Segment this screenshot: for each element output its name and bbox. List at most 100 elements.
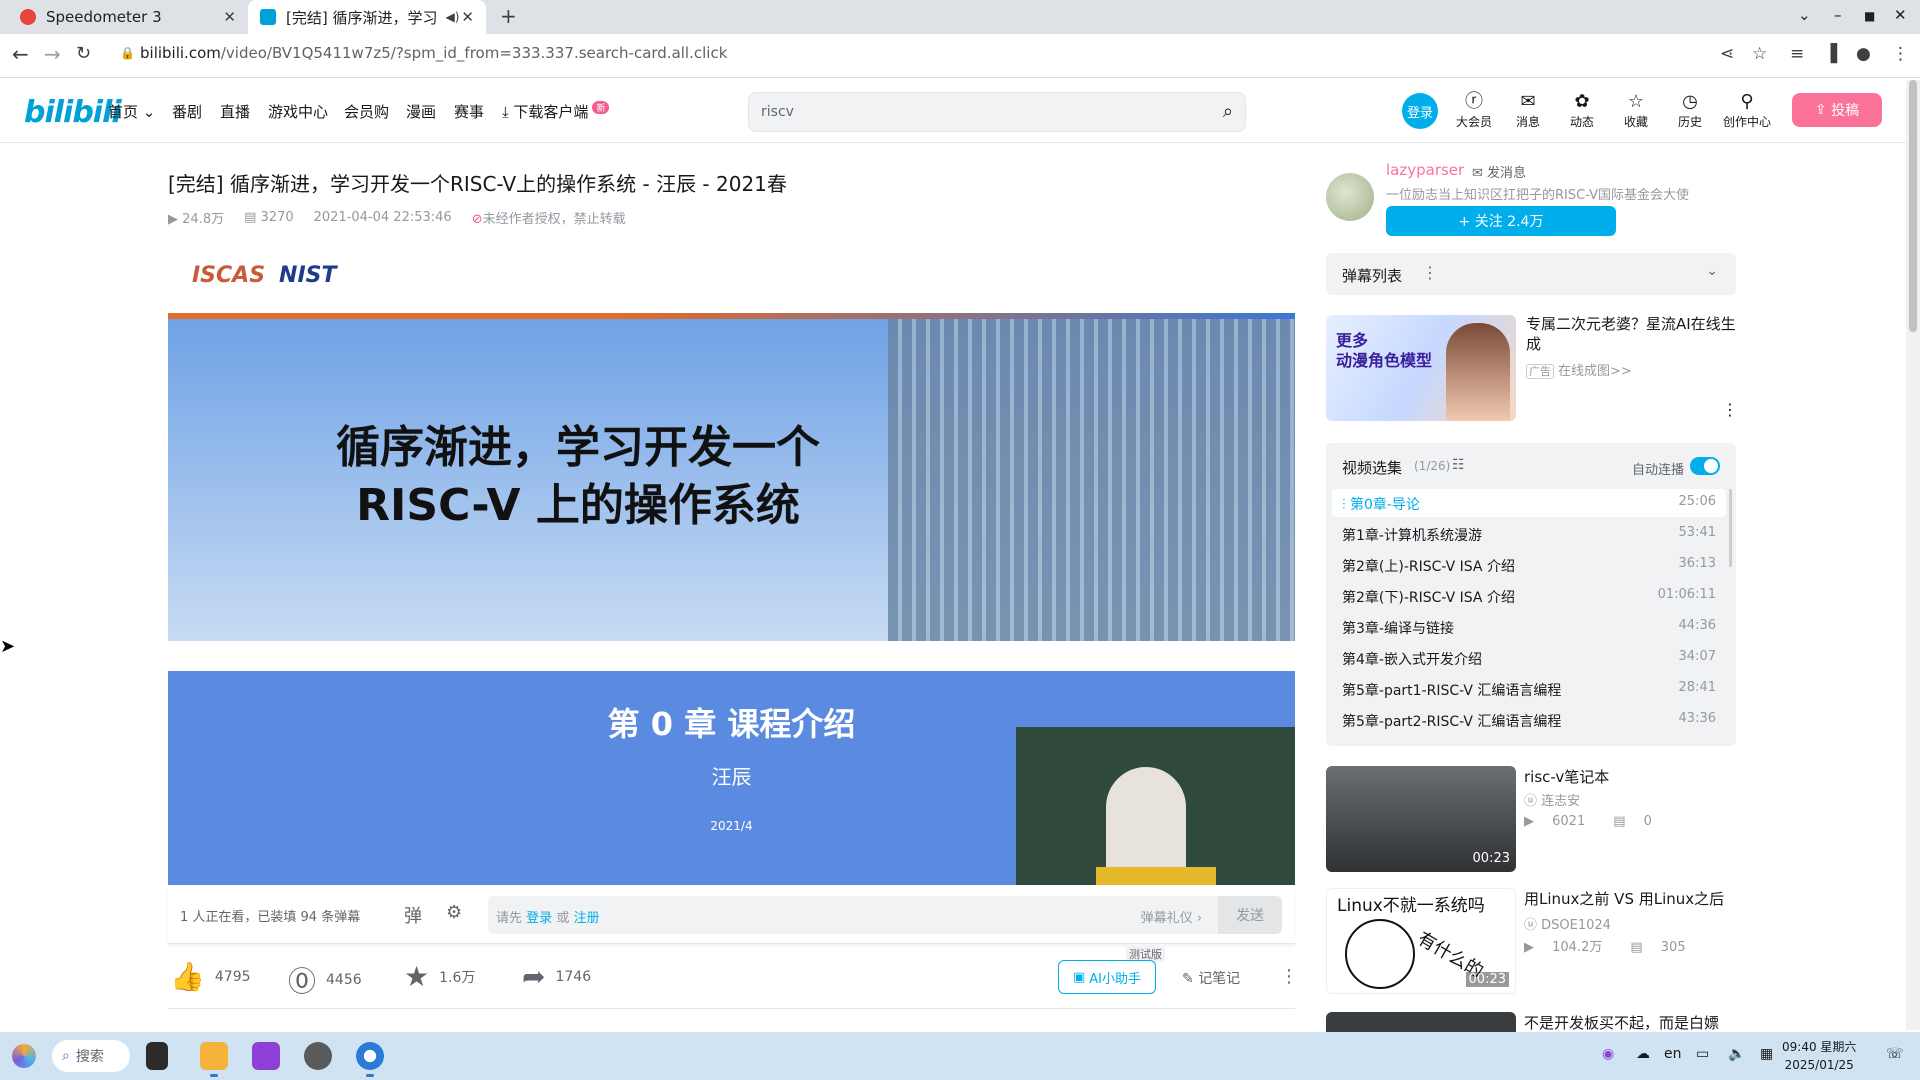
screen-recorder-tray-icon[interactable]: ◉ — [1602, 1046, 1614, 1062]
follow-button[interactable]: + 关注 2.4万 — [1386, 206, 1616, 236]
screenshot-app-icon[interactable] — [252, 1042, 280, 1070]
close-icon[interactable]: ✕ — [223, 8, 236, 26]
reload-icon[interactable]: ↻ — [76, 43, 91, 64]
danmaku-etiquette-link[interactable]: 弹幕礼仪 › — [1141, 907, 1202, 926]
rec-title[interactable]: risc-v笔记本 — [1524, 766, 1609, 787]
list-view-icon[interactable]: ☷ — [1452, 457, 1465, 473]
nav-live[interactable]: 直播 — [220, 101, 250, 122]
ad-title[interactable]: 专属二次元老婆？星流AI在线生成 — [1526, 314, 1736, 354]
danmaku-send-button[interactable]: 发送 — [1218, 896, 1282, 934]
nav-esports[interactable]: 赛事 — [454, 101, 484, 122]
bookmark-star-icon[interactable]: ☆ — [1752, 44, 1767, 64]
rec-thumbnail[interactable]: 00:23 — [1326, 766, 1516, 872]
danmaku-list-header[interactable]: 弹幕列表 ⋮ ⌄ — [1326, 253, 1736, 295]
nav-download-client[interactable]: ⤓ 下载客户端新 — [502, 101, 610, 122]
login-button[interactable]: 登录 — [1402, 93, 1438, 129]
rec-title[interactable]: 不是开发板买不起，而是白嫖 — [1524, 1012, 1719, 1033]
page-scrollbar[interactable] — [1906, 80, 1920, 1030]
start-menu-icon[interactable] — [12, 1044, 36, 1068]
episode-item[interactable]: 第2章(上)-RISC-V ISA 介绍 36:13 — [1332, 551, 1726, 579]
volume-icon[interactable]: 🔈 — [1728, 1046, 1745, 1062]
collection-scrollbar[interactable] — [1729, 489, 1732, 567]
browser-app-icon[interactable] — [356, 1042, 384, 1070]
upload-button[interactable]: ⇪ 投稿 — [1792, 93, 1882, 127]
new-tab-icon[interactable]: + — [500, 4, 517, 28]
menu-kebab-icon[interactable]: ⋮ — [1892, 44, 1909, 64]
url-field[interactable]: bilibili.com/video/BV1Q5411w7z5/?spm_id_… — [140, 44, 727, 62]
episode-item[interactable]: 第5章-part2-RISC-V 汇编语言编程 43:36 — [1332, 706, 1726, 734]
maximize-icon[interactable]: ■ — [1864, 9, 1875, 23]
uploader-avatar[interactable] — [1326, 173, 1374, 221]
audio-playing-icon[interactable]: ◀) — [445, 10, 459, 24]
header-creator-center[interactable]: ⚲ 创作中心 — [1719, 91, 1775, 130]
header-history[interactable]: ◷ 历史 — [1665, 91, 1715, 130]
kebab-icon[interactable]: ⋮ — [1422, 263, 1438, 282]
danmaku-toggle-icon[interactable]: 弹 — [404, 902, 422, 928]
header-favorites[interactable]: ☆ 收藏 — [1611, 91, 1661, 130]
ai-assistant-button[interactable]: ▣ AI小助手 — [1058, 960, 1156, 994]
forward-icon[interactable]: → — [44, 42, 61, 66]
side-panel-icon[interactable]: ▐ — [1824, 44, 1837, 64]
send-message-link[interactable]: ✉ 发消息 — [1472, 162, 1526, 181]
nav-home[interactable]: 首页 ⌄ — [108, 101, 155, 122]
episode-item[interactable]: 第1章-计算机系统漫游 53:41 — [1332, 520, 1726, 548]
uploader-name[interactable]: lazyparser — [1386, 161, 1464, 179]
chevron-down-icon[interactable]: ⌄ — [1706, 263, 1718, 279]
rec-thumbnail[interactable]: Linux不就一系统吗 有什么的 00:23 — [1326, 888, 1516, 994]
notification-icon[interactable]: ☏ — [1886, 1046, 1904, 1062]
nav-mall[interactable]: 会员购 — [344, 101, 389, 122]
danmaku-input[interactable]: 请先 登录 或 注册 弹幕礼仪 › 发送 — [488, 896, 1282, 934]
video-player[interactable]: ISCAS NIST 循序渐进，学习开发一个 RISC-V 上的操作系统 第 0 … — [168, 251, 1295, 885]
tab-speedometer[interactable]: Speedometer 3 ✕ — [8, 0, 248, 34]
search-icon[interactable]: ⌕ — [1223, 101, 1233, 122]
scrollbar-thumb[interactable] — [1909, 80, 1917, 332]
rec-title[interactable]: 用Linux之前 VS 用Linux之后 — [1524, 888, 1724, 909]
nav-game-center[interactable]: 游戏中心 — [268, 101, 328, 122]
ad-sub[interactable]: 在线成图>> — [1558, 364, 1632, 379]
app-launcher-icon[interactable] — [200, 1042, 228, 1070]
episode-item[interactable]: ⫶ 第0章-导论 25:06 — [1332, 489, 1726, 517]
back-icon[interactable]: ← — [12, 42, 29, 66]
notes-button[interactable]: ✎ 记笔记 — [1182, 968, 1240, 988]
rec-uploader[interactable]: ⓤ 连志安 — [1524, 790, 1580, 809]
rec-uploader[interactable]: ⓤ DSOE1024 — [1524, 914, 1611, 933]
cloud-tray-icon[interactable]: ☁ — [1636, 1046, 1650, 1062]
close-icon[interactable]: ✕ — [461, 8, 474, 26]
more-icon[interactable]: ⋮ — [1280, 966, 1298, 987]
search-input[interactable] — [761, 101, 1181, 123]
autoplay-toggle[interactable] — [1690, 457, 1720, 475]
window-close-icon[interactable]: ✕ — [1894, 6, 1907, 24]
taskbar-search[interactable]: ⌕ 搜索 — [52, 1040, 130, 1072]
share-button[interactable]: ➦ 1746 — [522, 960, 591, 993]
episode-item[interactable]: 第5章-part1-RISC-V 汇编语言编程 28:41 — [1332, 675, 1726, 703]
rec-thumbnail[interactable] — [1326, 1012, 1516, 1032]
tab-search-icon[interactable]: ⌄ — [1798, 6, 1811, 24]
system-clock[interactable]: 09:40 星期六 2025/01/25 — [1782, 1038, 1856, 1074]
keyboard-tray-icon[interactable]: ▦ — [1760, 1046, 1773, 1062]
episode-item[interactable]: 第4章-嵌入式开发介绍 34:07 — [1332, 644, 1726, 672]
ad-image[interactable]: 更多 动漫角色模型 — [1326, 315, 1516, 421]
bilibili-logo[interactable]: bilibili — [24, 95, 122, 130]
header-dynamic[interactable]: ✿ 动态 — [1557, 91, 1607, 130]
nav-manga[interactable]: 漫画 — [406, 101, 436, 122]
episode-item[interactable]: 第2章(下)-RISC-V ISA 介绍 01:06:11 — [1332, 582, 1726, 610]
input-language[interactable]: en — [1664, 1046, 1682, 1062]
coin-button[interactable]: ⓪ 4456 — [288, 960, 362, 1000]
nav-anime[interactable]: 番剧 — [172, 101, 202, 122]
lock-icon[interactable]: 🔒 — [120, 46, 135, 60]
share-icon[interactable]: ⋖ — [1720, 44, 1734, 64]
tab-bilibili-video[interactable]: [完结] 循序渐进，学习 ◀) ✕ — [248, 0, 486, 34]
settings-app-icon[interactable] — [304, 1042, 332, 1070]
header-messages[interactable]: ✉ 消息 — [1503, 91, 1553, 130]
like-button[interactable]: 👍 4795 — [170, 960, 251, 993]
episode-item[interactable]: 第3章-编译与链接 44:36 — [1332, 613, 1726, 641]
multitask-view-icon[interactable] — [146, 1042, 168, 1070]
kebab-icon[interactable]: ⋮ — [1722, 400, 1738, 419]
display-tray-icon[interactable]: ▭ — [1696, 1046, 1709, 1062]
header-vip[interactable]: ⓡ 大会员 — [1449, 91, 1499, 130]
profile-icon[interactable]: ● — [1856, 44, 1871, 64]
danmaku-login-link[interactable]: 登录 — [526, 911, 552, 926]
media-control-icon[interactable]: ≡ — [1790, 44, 1804, 64]
favorite-button[interactable]: ★ 1.6万 — [404, 960, 475, 993]
minimize-icon[interactable]: – — [1834, 6, 1842, 24]
